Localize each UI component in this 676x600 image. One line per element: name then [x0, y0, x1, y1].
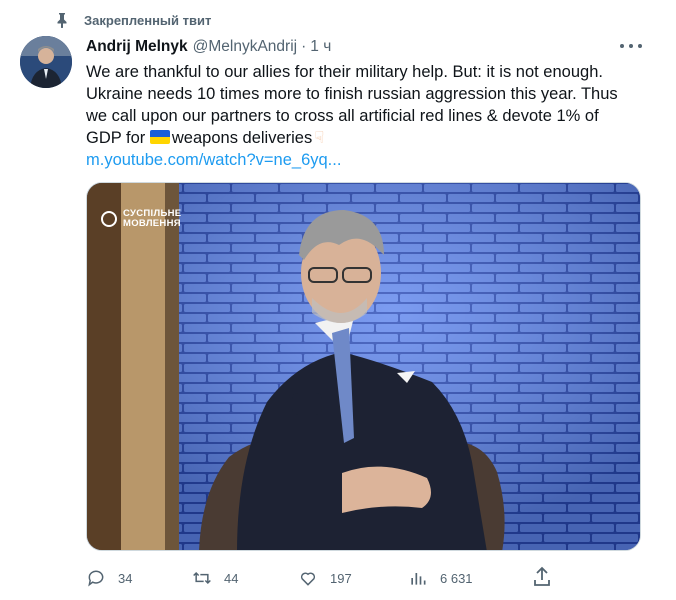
- broadcaster-logo-icon: [101, 211, 117, 227]
- retweet-count: 44: [224, 570, 239, 586]
- like-button[interactable]: 197: [298, 566, 352, 590]
- author-name[interactable]: Andrij Melnyk: [86, 38, 188, 56]
- pinned-label: Закрепленный твит: [84, 12, 212, 28]
- photo-scene: [87, 183, 640, 550]
- more-button[interactable]: [620, 38, 642, 54]
- pinned-indicator: Закрепленный твит: [56, 10, 211, 30]
- heart-icon: [300, 572, 316, 586]
- hand-pointing-down-icon: ☟: [314, 129, 325, 147]
- reply-count: 34: [118, 570, 133, 586]
- tweet-line-prefix: GDP for: [86, 129, 146, 147]
- ukraine-flag-icon: [149, 130, 170, 144]
- pin-icon: [57, 13, 67, 28]
- retweet-button[interactable]: 44: [192, 566, 238, 590]
- tweet-text: We are thankful to our allies for their …: [86, 61, 651, 171]
- tweet-line-suffix: weapons deliveries: [171, 129, 313, 147]
- views-button[interactable]: 6 631: [408, 566, 473, 590]
- broadcaster-logo-text: СУСПІЛЬНЕ МОВЛЕННЯ: [123, 209, 181, 229]
- tweet-media-photo[interactable]: СУСПІЛЬНЕ МОВЛЕННЯ: [86, 182, 641, 551]
- tweet-line: Ukraine needs 10 times more to finish ru…: [86, 85, 618, 103]
- tweet-line: We are thankful to our allies for their …: [86, 63, 603, 81]
- views-count: 6 631: [440, 570, 473, 586]
- tweet-line: GDP for weapons deliveries ☟: [86, 127, 651, 149]
- separator: ·: [301, 38, 307, 55]
- more-icon: [629, 44, 633, 48]
- post-time[interactable]: 1 ч: [310, 38, 331, 56]
- tweet-header: Andrij Melnyk @MelnykAndrij · 1 ч: [86, 36, 331, 58]
- more-icon: [638, 44, 642, 48]
- reply-icon: [88, 570, 104, 587]
- tweet-line: we call upon our partners to cross all a…: [86, 107, 599, 125]
- share-icon[interactable]: [532, 566, 552, 588]
- tweet-link[interactable]: m.youtube.com/watch?v=ne_6yq...: [86, 149, 651, 171]
- avatar[interactable]: [20, 36, 72, 88]
- tweet-actions: 34 44 197 6 631: [86, 566, 566, 590]
- more-icon: [620, 44, 624, 48]
- like-count: 197: [330, 570, 352, 586]
- views-icon: [411, 573, 426, 585]
- retweet-icon: [193, 571, 211, 585]
- reply-button[interactable]: 34: [86, 566, 132, 590]
- broadcaster-logo: СУСПІЛЬНЕ МОВЛЕННЯ: [101, 209, 181, 229]
- broadcaster-logo-line: МОВЛЕННЯ: [123, 218, 181, 229]
- author-handle[interactable]: @MelnykAndrij: [193, 38, 297, 56]
